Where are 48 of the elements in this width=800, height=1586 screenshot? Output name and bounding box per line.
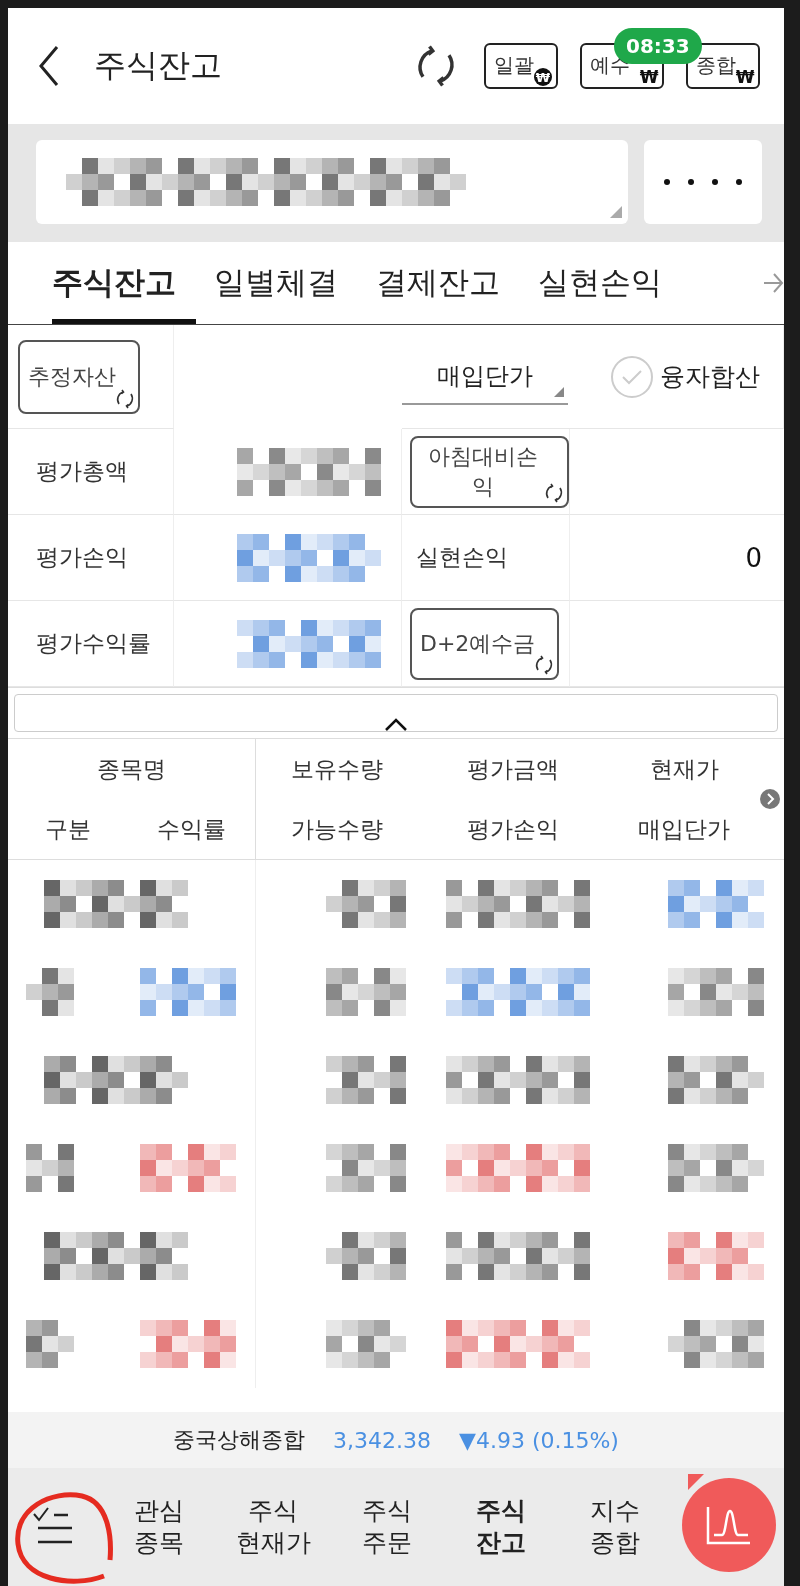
- column-header: 평가금액: [466, 754, 560, 784]
- pixelated-text: [26, 1320, 74, 1368]
- nav-item[interactable]: 주식 주문: [330, 1493, 444, 1561]
- won-badge: ₩: [736, 68, 754, 86]
- pixelated-text: [26, 968, 74, 1016]
- nav-item[interactable]: 지수 종합: [558, 1493, 672, 1561]
- summary-button[interactable]: 아침대비손익: [410, 435, 569, 508]
- summary-label: 평가수익률: [36, 629, 151, 658]
- won-badge: ₩: [640, 68, 658, 86]
- dropdown-triangle-icon: [554, 386, 564, 397]
- summary-button[interactable]: D+2예수금: [410, 607, 560, 680]
- tab[interactable]: 실현손익: [538, 242, 682, 324]
- account-selector[interactable]: [36, 140, 628, 224]
- column-header: 종목명: [8, 739, 256, 799]
- chart-icon: [706, 1505, 752, 1545]
- column-header: 현재가: [648, 754, 720, 784]
- nav-item[interactable]: 주식 잔고: [444, 1493, 558, 1561]
- won-badge: ₩: [534, 68, 552, 86]
- column-header: 평가손익: [466, 814, 560, 844]
- page-title: 주식잔고: [94, 45, 223, 86]
- estimate-button[interactable]: 추정자산: [18, 339, 140, 414]
- column-header: 가능수량: [290, 814, 384, 844]
- column-header: 구분: [44, 814, 92, 844]
- index-name: 중국상해종합: [173, 1426, 306, 1454]
- tab[interactable]: 결제잔고: [376, 242, 520, 324]
- column-header: 매입단가: [637, 814, 731, 844]
- summary-value: 0: [745, 542, 762, 573]
- pixelated-text: [26, 1144, 74, 1192]
- summary-label: 실현손익: [416, 543, 508, 572]
- scroll-right-icon[interactable]: [760, 789, 780, 809]
- summary-label: 평가손익: [36, 543, 128, 572]
- index-change: ▼4.93 (0.15%): [459, 1427, 619, 1453]
- nav-item[interactable]: 관심 종목: [102, 1493, 216, 1561]
- back-icon[interactable]: [38, 45, 60, 87]
- checkbox[interactable]: [610, 354, 654, 399]
- nav-item[interactable]: 주식 현재가: [216, 1493, 330, 1561]
- header-button[interactable]: 일괄₩: [484, 43, 558, 89]
- chevron-up-icon: [384, 717, 408, 731]
- more-icon: [663, 178, 743, 186]
- tab[interactable]: 주식잔고: [52, 242, 196, 324]
- summary-label: 평가총액: [36, 457, 128, 486]
- column-header: 수익률: [128, 799, 256, 859]
- index-value: 3,342.38: [333, 1427, 431, 1453]
- dropdown-triangle-icon: [610, 206, 622, 218]
- corner-marker-icon: [688, 1474, 704, 1490]
- tab[interactable]: 일별체결: [214, 242, 358, 324]
- column-header: 보유수량: [290, 754, 384, 784]
- checkbox-label: 융자합산: [660, 361, 760, 393]
